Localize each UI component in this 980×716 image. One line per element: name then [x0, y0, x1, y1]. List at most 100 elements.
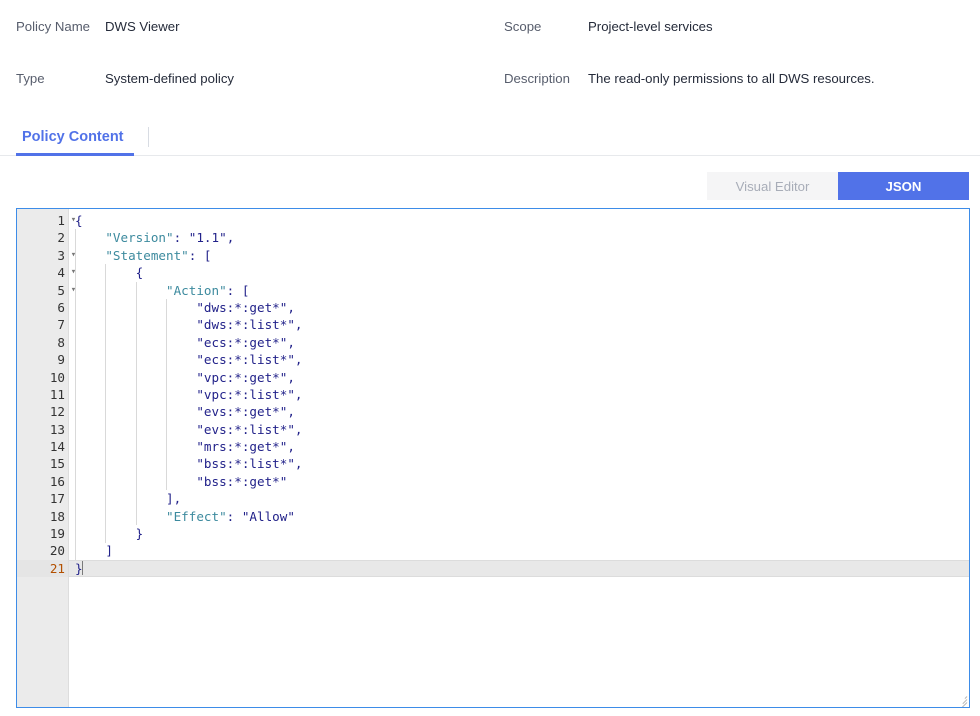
type-value: System-defined policy: [105, 71, 235, 86]
line-number-text: 5: [57, 282, 65, 298]
code-token: "evs:*:get*": [196, 404, 288, 420]
code-token: "mrs:*:get*": [196, 439, 288, 455]
line-number-12: 12: [17, 403, 68, 420]
visual-editor-toggle-label: Visual Editor: [735, 178, 810, 194]
code-line-11[interactable]: "vpc:*:list*",: [69, 386, 969, 403]
code-token: ,: [287, 299, 295, 315]
editor-lines: { "Version": "1.1", "Statement": [ { "Ac…: [69, 212, 969, 578]
line-number-text: 14: [49, 439, 65, 455]
code-token: ,: [287, 369, 295, 385]
code-line-10[interactable]: "vpc:*:get*",: [69, 369, 969, 386]
code-line-1[interactable]: {: [69, 212, 969, 229]
code-line-12[interactable]: "evs:*:get*",: [69, 403, 969, 420]
detail-field-scope: Scope Project-level services: [490, 18, 980, 70]
json-toggle-button[interactable]: JSON: [838, 172, 969, 200]
policy-details-grid: Policy Name DWS Viewer Scope Project-lev…: [0, 0, 980, 112]
code-token: "Statement": [105, 247, 189, 263]
line-number-20: 20: [17, 542, 68, 559]
code-token: ,: [287, 334, 295, 350]
line-number-9: 9: [17, 351, 68, 368]
detail-row: Policy Name DWS Viewer Scope Project-lev…: [0, 18, 980, 70]
code-line-7[interactable]: "dws:*:list*",: [69, 316, 969, 333]
code-line-3[interactable]: "Statement": [: [69, 247, 969, 264]
code-line-18[interactable]: "Effect": "Allow": [69, 508, 969, 525]
editor-code-area[interactable]: { "Version": "1.1", "Statement": [ { "Ac…: [69, 209, 969, 707]
editor-resize-handle[interactable]: [955, 693, 968, 707]
code-line-21[interactable]: }: [69, 559, 969, 578]
detail-field-type: Type System-defined policy: [0, 70, 490, 122]
scope-label: Scope: [504, 19, 542, 34]
line-number-21: 21: [17, 559, 68, 578]
line-number-5: 5 ▾: [17, 282, 76, 299]
line-number-text: 9: [57, 352, 65, 368]
visual-editor-toggle-button[interactable]: Visual Editor: [707, 172, 838, 200]
code-token: ,: [294, 317, 303, 333]
line-number-4: 4 ▾: [17, 264, 76, 281]
line-number-text: 12: [49, 404, 65, 420]
code-token: ,: [294, 386, 303, 402]
type-label: Type: [16, 71, 45, 86]
code-token: :: [226, 508, 242, 524]
line-number-text: 20: [49, 543, 65, 559]
line-number-text: 18: [49, 508, 65, 524]
line-number-text: 4: [57, 265, 65, 281]
code-line-14[interactable]: "mrs:*:get*",: [69, 438, 969, 455]
json-policy-editor[interactable]: 1 ▾ 2 3 ▾ 4 ▾ 5 ▾ 6 7 8 9 10 11 12 13 14 15 16 17 18 19 20 21 { …: [16, 208, 970, 708]
code-token: "bss:*:list*": [196, 456, 295, 472]
code-line-19[interactable]: }: [69, 525, 969, 542]
detail-row: Type System-defined policy Description T…: [0, 70, 980, 122]
code-token: "dws:*:list*": [196, 317, 295, 333]
line-number-text: 11: [49, 386, 65, 402]
editor-mode-toggle: Visual Editor JSON: [707, 172, 969, 200]
code-token: "Action": [166, 282, 227, 298]
code-token: :: [173, 230, 189, 246]
policy-name-label: Policy Name: [16, 19, 91, 34]
code-line-8[interactable]: "ecs:*:get*",: [69, 334, 969, 351]
line-number-text: 1: [57, 213, 65, 228]
editor-line-number-gutter: 1 ▾ 2 3 ▾ 4 ▾ 5 ▾ 6 7 8 9 10 11 12 13 14 15 16 17 18 19 20 21: [17, 209, 76, 707]
code-line-15[interactable]: "bss:*:list*",: [69, 455, 969, 472]
code-line-17[interactable]: ],: [69, 490, 969, 507]
code-token: "ecs:*:get*": [196, 334, 288, 350]
code-token: "Effect": [166, 508, 227, 524]
code-line-6[interactable]: "dws:*:get*",: [69, 299, 969, 316]
code-token: : [: [188, 247, 212, 263]
tab-bar: Policy Content: [0, 118, 980, 156]
line-number-text: 10: [49, 369, 65, 385]
tab-divider: [148, 127, 149, 147]
code-line-13[interactable]: "evs:*:list*",: [69, 421, 969, 438]
code-line-4[interactable]: {: [69, 264, 969, 281]
line-number-11: 11: [17, 386, 68, 403]
code-line-16[interactable]: "bss:*:get*": [69, 473, 969, 490]
json-toggle-label: JSON: [885, 178, 922, 194]
line-number-18: 18: [17, 508, 68, 525]
line-number-text: 7: [57, 317, 65, 333]
code-token: "vpc:*:get*": [196, 369, 288, 385]
code-line-20[interactable]: ]: [69, 542, 969, 559]
line-number-19: 19: [17, 525, 68, 542]
detail-field-policy-name: Policy Name DWS Viewer: [0, 18, 490, 70]
line-number-text: 2: [57, 230, 65, 246]
code-token: "dws:*:get*": [196, 299, 288, 315]
scope-value: Project-level services: [588, 19, 713, 34]
line-number-text: 21: [49, 560, 65, 576]
code-line-9[interactable]: "ecs:*:list*",: [69, 351, 969, 368]
code-line-2[interactable]: "Version": "1.1",: [69, 229, 969, 246]
code-token: "Allow": [241, 508, 295, 524]
line-number-13: 13: [17, 421, 68, 438]
tab-policy-content[interactable]: Policy Content: [16, 118, 130, 155]
policy-detail-page: Policy Name DWS Viewer Scope Project-lev…: [0, 0, 980, 716]
code-token: "1.1": [188, 230, 227, 246]
description-label: Description: [504, 71, 570, 86]
code-line-5[interactable]: "Action": [: [69, 282, 969, 299]
